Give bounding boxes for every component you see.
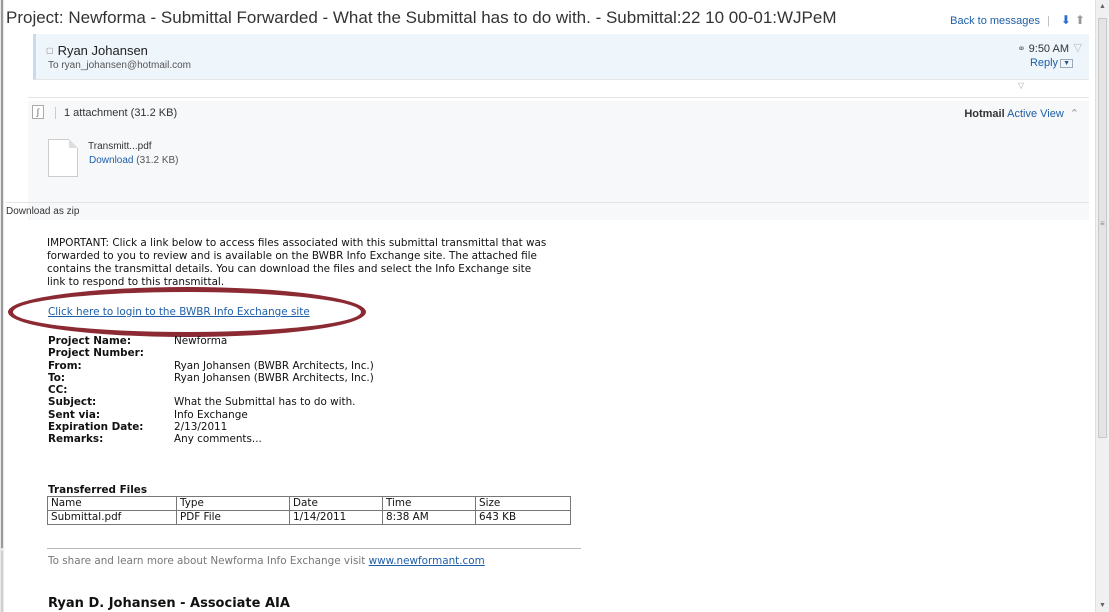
download-zip-link[interactable]: Download as zip (6, 206, 79, 217)
field-value: Any comments... (174, 433, 262, 446)
attachment-clip-icon: ⚭ (1017, 44, 1026, 55)
field-value: Ryan Johansen (BWBR Architects, Inc.) (174, 371, 374, 384)
scroll-down-icon[interactable]: ▼ (1099, 602, 1106, 609)
share-text: To share and learn more about Newforma I… (48, 555, 485, 567)
up-arrow-icon[interactable]: ⬆ (1075, 13, 1085, 27)
reply-dropdown-icon[interactable]: ▼ (1060, 58, 1073, 68)
download-line: Download (31.2 KB) (89, 155, 179, 166)
field-value: What the Submittal has to do with. (174, 396, 356, 409)
flag-icon[interactable]: ▽ (1074, 41, 1082, 54)
down-arrow-icon[interactable]: ⬇ (1061, 13, 1071, 27)
table-row: Submittal.pdf PDF File 1/14/2011 8:38 AM… (47, 510, 571, 525)
reply-button[interactable]: Reply ▼ (1030, 57, 1073, 69)
back-to-messages-link[interactable]: Back to messages (950, 15, 1040, 27)
collapse-chevron-icon[interactable]: ⌃ (1070, 108, 1079, 120)
field-label: To: (48, 371, 66, 384)
table-cell: PDF File (176, 510, 290, 525)
field-value: Newforma (174, 335, 228, 347)
scroll-thumb[interactable]: ≡ (1098, 18, 1107, 438)
top-toolbar: Back to messages | ⬇ ⬆ (950, 13, 1085, 27)
presence-icon: ▢ (46, 46, 54, 55)
field-label: Project Number: (48, 347, 144, 360)
field-value: Ryan Johansen (BWBR Architects, Inc.) (174, 359, 374, 372)
column-header: Time (382, 496, 476, 511)
attachment-filename[interactable]: Transmitt...pdf (88, 141, 152, 152)
field-label: Expiration Date: (48, 421, 144, 434)
attachment-count: 1 attachment (31.2 KB) (55, 107, 177, 119)
table-cell: 8:38 AM (382, 510, 476, 525)
vertical-scrollbar[interactable]: ▲ ≡ ▼ (1095, 0, 1109, 612)
field-value: 2/13/2011 (174, 421, 228, 434)
column-header: Name (47, 496, 177, 511)
zip-bar (6, 202, 1089, 221)
column-header: Date (289, 496, 383, 511)
table-cell: Submittal.pdf (47, 510, 177, 525)
login-link[interactable]: Click here to login to the BWBR Info Exc… (48, 306, 310, 318)
important-notice: IMPORTANT: Click a link below to access … (47, 237, 547, 288)
collapse-header-icon[interactable]: ▽ (1018, 81, 1024, 90)
field-value: Info Exchange (174, 408, 248, 421)
field-label: From: (48, 359, 82, 372)
transferred-files-title: Transferred Files (48, 484, 148, 496)
paperclip-icon: ∫ (32, 105, 44, 119)
active-view-label: Hotmail Active View ⌃ (964, 108, 1079, 120)
table-cell: 1/14/2011 (289, 510, 383, 525)
field-label: Remarks: (48, 433, 104, 446)
column-header: Type (176, 496, 290, 511)
download-link[interactable]: Download (89, 155, 133, 166)
column-header: Size (475, 496, 571, 511)
scroll-up-icon[interactable]: ▲ (1099, 3, 1106, 10)
table-header-row: Name Type Date Time Size (47, 496, 571, 511)
sender-name[interactable]: ▢ Ryan Johansen (46, 43, 148, 58)
field-label: Subject: (48, 396, 97, 409)
attachment-panel: ∫ 1 attachment (31.2 KB) Hotmail Active … (6, 101, 1089, 220)
recipient-line: To ryan_johansen@hotmail.com (48, 60, 192, 71)
newforma-link[interactable]: www.newformant.com (369, 555, 485, 567)
message-subject: Project: Newforma - Submittal Forwarded … (6, 8, 837, 27)
sender-header: ▢ Ryan Johansen To ryan_johansen@hotmail.… (33, 34, 1089, 80)
pdf-file-icon[interactable] (48, 139, 78, 177)
left-scrollbar[interactable] (0, 0, 4, 612)
message-time: ⚭ 9:50 AM (1017, 43, 1069, 55)
divider (28, 97, 1089, 98)
field-label: CC: (48, 384, 68, 397)
transferred-files-table: Name Type Date Time Size Submittal.pdf P… (47, 496, 571, 525)
footer-divider (47, 548, 581, 549)
field-label: Project Name: (48, 335, 131, 347)
signature-name: Ryan D. Johansen - Associate AIA (48, 596, 290, 611)
active-view-link[interactable]: Active View (1007, 108, 1064, 120)
message-body: IMPORTANT: Click a link below to access … (47, 237, 567, 289)
table-cell: 643 KB (475, 510, 571, 525)
field-label: Sent via: (48, 408, 101, 421)
message-pane: Project: Newforma - Submittal Forwarded … (6, 0, 1095, 612)
